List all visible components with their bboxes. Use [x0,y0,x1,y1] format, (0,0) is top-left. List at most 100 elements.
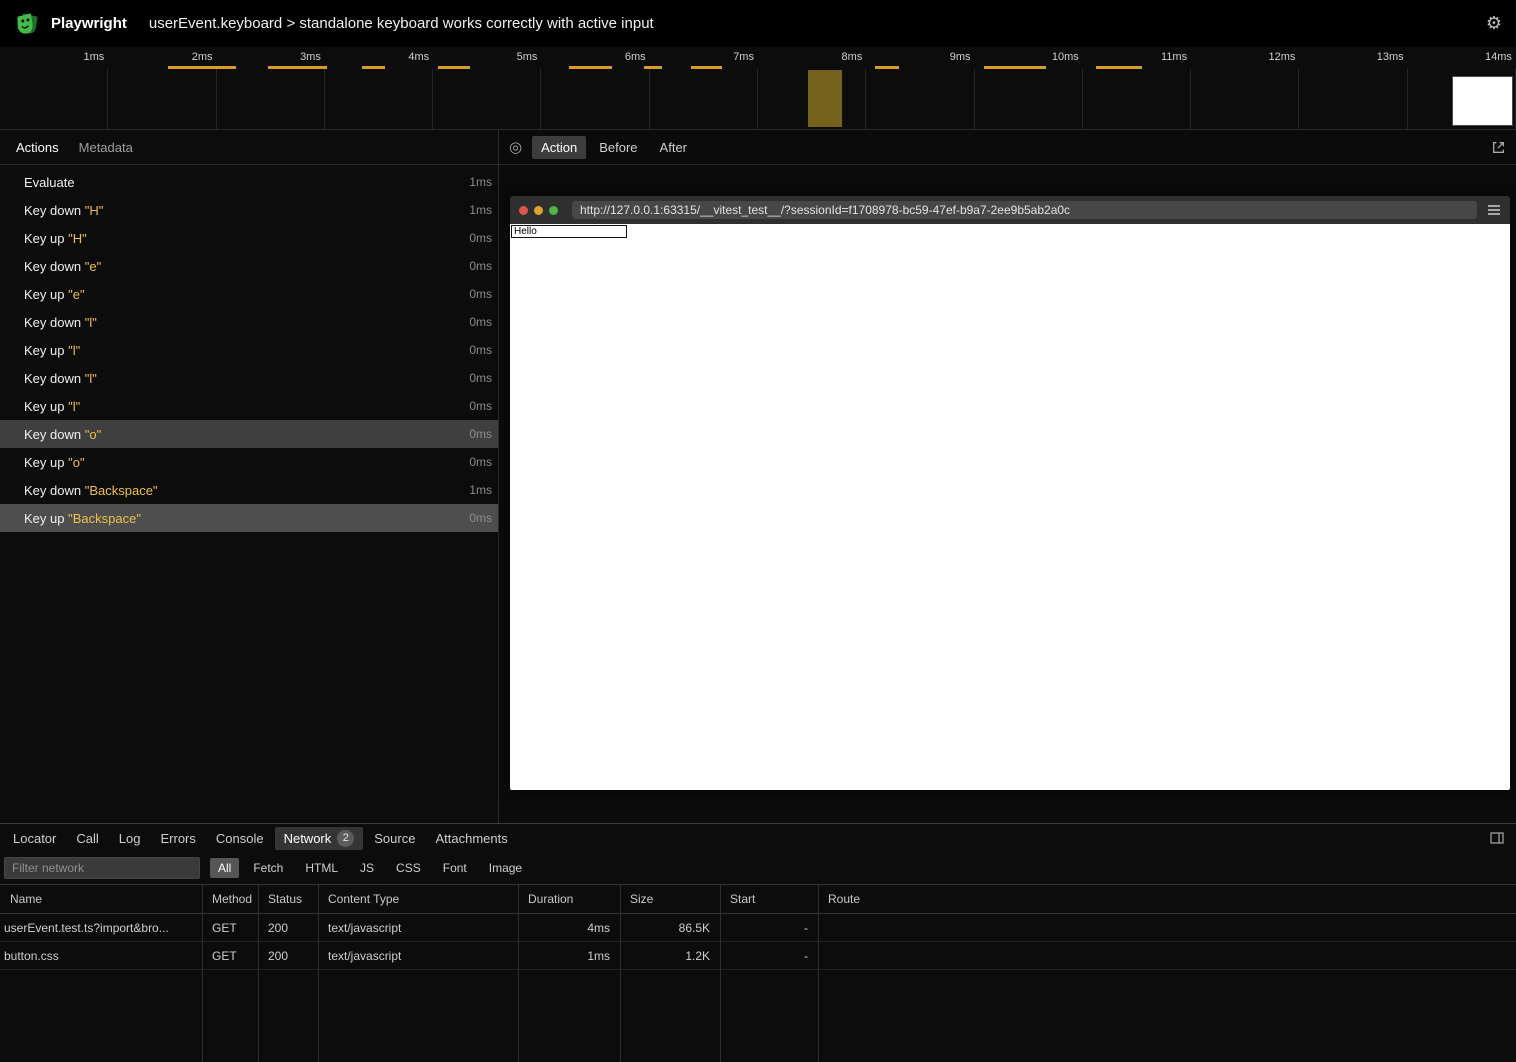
column-header: Size [620,892,720,906]
action-duration: 0ms [469,231,492,245]
filter-chip[interactable]: CSS [388,858,429,878]
action-row[interactable]: Key down "H"1ms [0,196,498,224]
action-duration: 0ms [469,371,492,385]
hamburger-menu-icon [1487,204,1501,216]
bottom-tab[interactable]: Call [67,828,107,849]
bottom-tab-row: Locator CallLog Errors Console Network2 Sourc… [0,824,1516,852]
bottom-tab[interactable]: Attachments [426,828,516,849]
bottom-tab[interactable]: Source [365,828,424,849]
bottom-tab[interactable]: Console [207,828,273,849]
filter-chip[interactable]: HTML [297,858,346,878]
pick-locator-icon[interactable]: ◎ [509,138,522,156]
snapshot-tab[interactable]: Before [590,136,646,159]
timeline-label: 3ms [300,51,321,63]
bottom-tab-label: Network [284,831,332,846]
action-duration: 0ms [469,511,492,525]
action-row[interactable]: Key up "H" 0ms [0,224,498,252]
cell-content-type: text/javascript [318,949,518,963]
action-row[interactable]: Key up "e"0ms [0,280,498,308]
settings-gear-icon[interactable]: ⚙ [1486,13,1502,34]
timeline-selection[interactable] [808,70,842,127]
action-row[interactable]: Key up "l" 0ms [0,392,498,420]
cell-method: GET [202,949,258,963]
url-text: http://127.0.0.1:63315/__vitest_test__/?… [580,203,1070,217]
action-row[interactable]: Key up "Backspace"0ms [0,504,498,532]
cell-duration: 4ms [518,921,620,935]
filter-chip[interactable]: All [210,858,239,878]
action-label: Key up "H" [24,231,87,246]
action-row[interactable]: Key down "l"0ms [0,308,498,336]
action-label: Key down "l" [24,315,97,330]
network-row[interactable]: userEvent.test.ts?import&bro... GET 200 … [0,914,1516,942]
filter-chip[interactable]: JS [352,858,382,878]
left-tabbar: ActionsMetadata [0,130,498,165]
timeline-label: 4ms [408,51,429,63]
action-row[interactable]: Evaluate 1ms [0,168,498,196]
cell-duration: 1ms [518,949,620,963]
action-list: Evaluate 1msKey down "H"1ms Key up "H" 0ms… [0,165,498,823]
timeline-column: 4ms [325,47,433,129]
bottom-tab[interactable]: Locator [4,828,65,849]
timeline-column: 1ms [0,47,108,129]
action-label: Key up "l" [24,399,80,414]
top-header: Playwright userEvent.keyboard > standalo… [0,0,1516,47]
action-duration: 0ms [469,455,492,469]
action-row[interactable]: Key up "o"0ms [0,448,498,476]
text-input[interactable] [511,225,627,238]
bottom-tab-label: Console [216,831,264,846]
snapshot-tab[interactable]: Action [532,136,586,159]
filter-chip[interactable]: Font [435,858,475,878]
cell-start: - [720,921,818,935]
timeline-columns: 1ms2ms3ms4ms5ms6ms7ms8ms9ms10ms11ms12ms1… [0,47,1516,129]
action-arg: "e" [68,287,84,302]
bottom-tab[interactable]: Errors [151,828,204,849]
column-header: Content Type [318,892,518,906]
bottom-tab-label: Locator [13,831,56,846]
timeline[interactable]: 1ms2ms3ms4ms5ms6ms7ms8ms9ms10ms11ms12ms1… [0,47,1516,130]
bottom-tab[interactable]: Log [110,828,150,849]
cell-size: 86.5K [620,921,720,935]
timeline-label: 14ms [1485,51,1512,63]
timeline-label: 11ms [1161,51,1187,63]
action-arg: "Backspace" [68,511,141,526]
action-row[interactable]: Key down "l"0ms [0,364,498,392]
timeline-label: 12ms [1268,51,1295,63]
panel-layout-icon[interactable] [1490,831,1504,845]
snapshot-tabs: ActionBeforeAfter [532,136,696,159]
snapshot-tab[interactable]: After [651,136,696,159]
action-label: Key down "e" [24,259,101,274]
cell-method: GET [202,921,258,935]
column-header: Method [202,892,258,906]
filter-chip[interactable]: Fetch [245,858,291,878]
action-arg: "l" [68,343,80,358]
network-row[interactable]: button.css GET 200 text/javascript 1ms 1… [0,942,1516,970]
timeline-column: 2ms [108,47,216,129]
action-arg: "H" [68,231,87,246]
action-row[interactable]: Key up "l"0ms [0,336,498,364]
panel-tab[interactable]: Metadata [71,136,141,159]
bottom-tab-label: Errors [160,831,195,846]
timeline-label: 6ms [625,51,646,63]
filter-chip[interactable]: Image [481,858,530,878]
bottom-tab[interactable]: Network2 [275,827,364,850]
cell-name: userEvent.test.ts?import&bro... [0,921,202,935]
actions-panel: ActionsMetadata Evaluate 1msKey down "H"… [0,130,499,823]
timeline-column: 12ms [1191,47,1299,129]
action-row[interactable]: Key down "o"0ms [0,420,498,448]
timeline-thumbnail [1452,76,1513,126]
network-filter-row: All Fetch HTML JS CSS Font Image [0,852,1516,885]
timeline-label: 9ms [950,51,971,63]
action-row[interactable]: Key down "Backspace"1ms [0,476,498,504]
column-header: Name [0,892,202,906]
action-row[interactable]: Key down "e"0ms [0,252,498,280]
bottom-tab-label: Attachments [435,831,507,846]
filter-network-input[interactable] [4,857,200,879]
action-duration: 0ms [469,399,492,413]
bottom-tabbar: Locator CallLog Errors Console Network2 Sourc… [4,827,517,850]
timeline-label: 8ms [841,51,862,63]
panel-tab[interactable]: Actions [8,136,67,159]
bottom-tab-label: Source [374,831,415,846]
traffic-light-yellow-icon [534,206,543,215]
column-header: Status [258,892,318,906]
open-external-icon[interactable] [1491,140,1506,155]
